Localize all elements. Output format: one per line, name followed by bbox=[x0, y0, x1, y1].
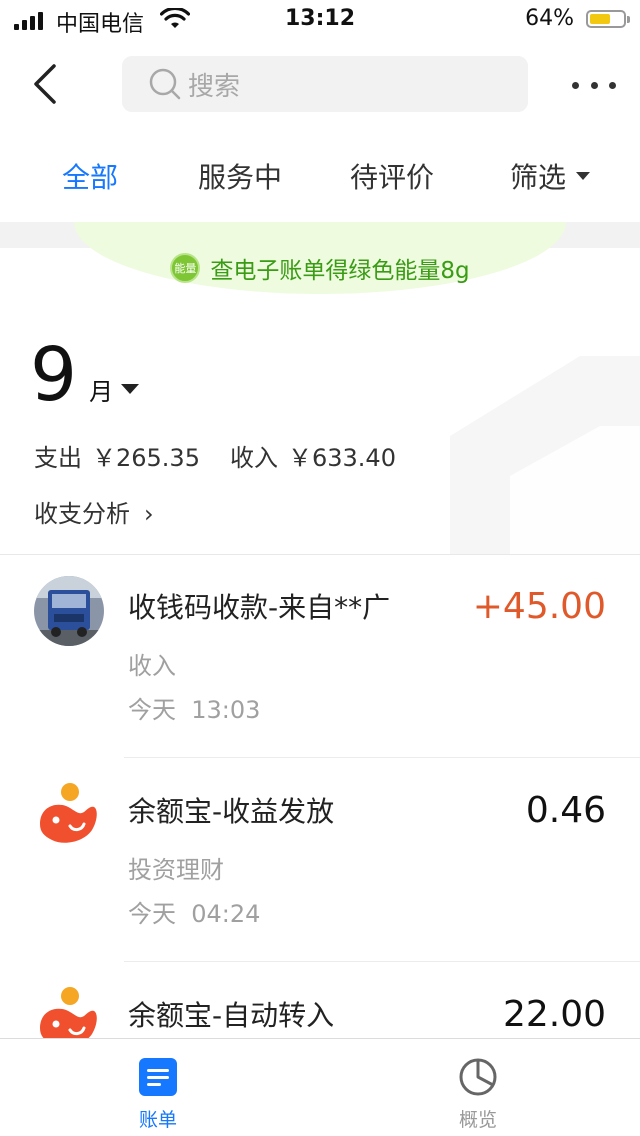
tab-pending-review[interactable]: 待评价 bbox=[350, 156, 434, 196]
battery-fill bbox=[590, 14, 610, 24]
yuebao-logo-icon bbox=[40, 783, 97, 843]
month-totals: 支出 ￥265.35 收入 ￥633.40 bbox=[34, 438, 406, 473]
bill-page: 中国电信 13:12 64% 搜索 全部 服务中 待评价 筛选 能量 查电子账单… bbox=[0, 0, 640, 1136]
caret-down-icon bbox=[576, 172, 591, 180]
bottom-tab-bar: 账单 概览 bbox=[0, 1038, 640, 1136]
expense-label: 支出 bbox=[34, 444, 82, 472]
month-unit: 月 bbox=[89, 378, 114, 406]
battery-percent: 64% bbox=[525, 6, 574, 31]
transaction-date: 今天 bbox=[128, 696, 176, 724]
transaction-title: 余额宝-收益发放 bbox=[128, 795, 335, 828]
dot-icon bbox=[572, 81, 579, 89]
analysis-label: 收支分析 bbox=[34, 500, 130, 528]
chevron-left-icon bbox=[34, 64, 56, 104]
battery-icon bbox=[586, 10, 630, 28]
tab-filter[interactable]: 筛选 bbox=[510, 156, 591, 196]
transaction-item[interactable]: 收钱码收款-来自**广 收入 今天 13:03 +45.00 bbox=[0, 554, 640, 758]
transaction-time: 今天 04:24 bbox=[128, 894, 260, 929]
month-number: 9 bbox=[30, 332, 78, 418]
month-summary: 9 月 支出 ￥265.35 收入 ￥633.40 收支分析 › bbox=[0, 296, 640, 554]
transaction-amount: 22.00 bbox=[502, 994, 606, 1035]
nav-bar: 搜索 bbox=[0, 40, 640, 130]
search-placeholder: 搜索 bbox=[188, 71, 241, 102]
transaction-category: 投资理财 bbox=[128, 856, 224, 884]
filter-tabs: 全部 服务中 待评价 筛选 bbox=[0, 140, 640, 216]
transaction-time: 今天 13:03 bbox=[128, 690, 260, 725]
energy-banner[interactable]: 能量 查电子账单得绿色能量8g bbox=[74, 222, 566, 294]
transaction-date: 今天 bbox=[128, 900, 176, 928]
income-value: ￥633.40 bbox=[287, 444, 396, 472]
income-label: 收入 bbox=[229, 444, 278, 472]
decorative-shape bbox=[450, 356, 640, 554]
transaction-amount: +45.00 bbox=[472, 586, 606, 627]
search-input[interactable]: 搜索 bbox=[122, 56, 528, 112]
pie-chart-icon bbox=[459, 1058, 497, 1096]
tab-in-service[interactable]: 服务中 bbox=[198, 156, 282, 196]
transaction-clock: 04:24 bbox=[191, 900, 261, 928]
status-bar: 中国电信 13:12 64% bbox=[0, 0, 640, 40]
truck-photo-icon bbox=[34, 576, 104, 646]
dot-icon bbox=[609, 81, 616, 89]
expense-value: ￥265.35 bbox=[92, 444, 200, 472]
energy-badge-icon: 能量 bbox=[170, 253, 201, 283]
dot-icon bbox=[590, 81, 598, 89]
tab-bills-label: 账单 bbox=[138, 1109, 177, 1131]
transaction-item[interactable]: 余额宝-收益发放 投资理财 今天 04:24 0.46 bbox=[0, 758, 640, 962]
tab-overview-label: 概览 bbox=[458, 1109, 497, 1131]
transaction-amount: 0.46 bbox=[525, 790, 606, 831]
caret-down-icon bbox=[121, 384, 140, 394]
tab-all[interactable]: 全部 bbox=[62, 156, 118, 196]
truck-avatar bbox=[34, 576, 104, 646]
transaction-category: 收入 bbox=[128, 652, 176, 680]
transaction-title: 收钱码收款-来自**广 bbox=[128, 591, 391, 624]
yuebao-avatar bbox=[34, 780, 104, 850]
tab-bills[interactable]: 账单 bbox=[98, 1057, 218, 1132]
analysis-link[interactable]: 收支分析 › bbox=[34, 494, 154, 529]
transaction-clock: 13:03 bbox=[191, 696, 261, 724]
bill-icon bbox=[139, 1058, 177, 1096]
energy-banner-text: 查电子账单得绿色能量8g bbox=[210, 258, 470, 284]
tab-filter-label: 筛选 bbox=[510, 161, 567, 194]
back-button[interactable] bbox=[26, 60, 66, 108]
month-selector[interactable]: 9 月 bbox=[30, 332, 140, 418]
tab-overview[interactable]: 概览 bbox=[418, 1057, 538, 1132]
search-icon bbox=[149, 68, 181, 100]
transaction-title: 余额宝-自动转入 bbox=[128, 999, 335, 1032]
chevron-right-icon: › bbox=[144, 500, 154, 528]
more-options-button[interactable] bbox=[572, 70, 616, 100]
